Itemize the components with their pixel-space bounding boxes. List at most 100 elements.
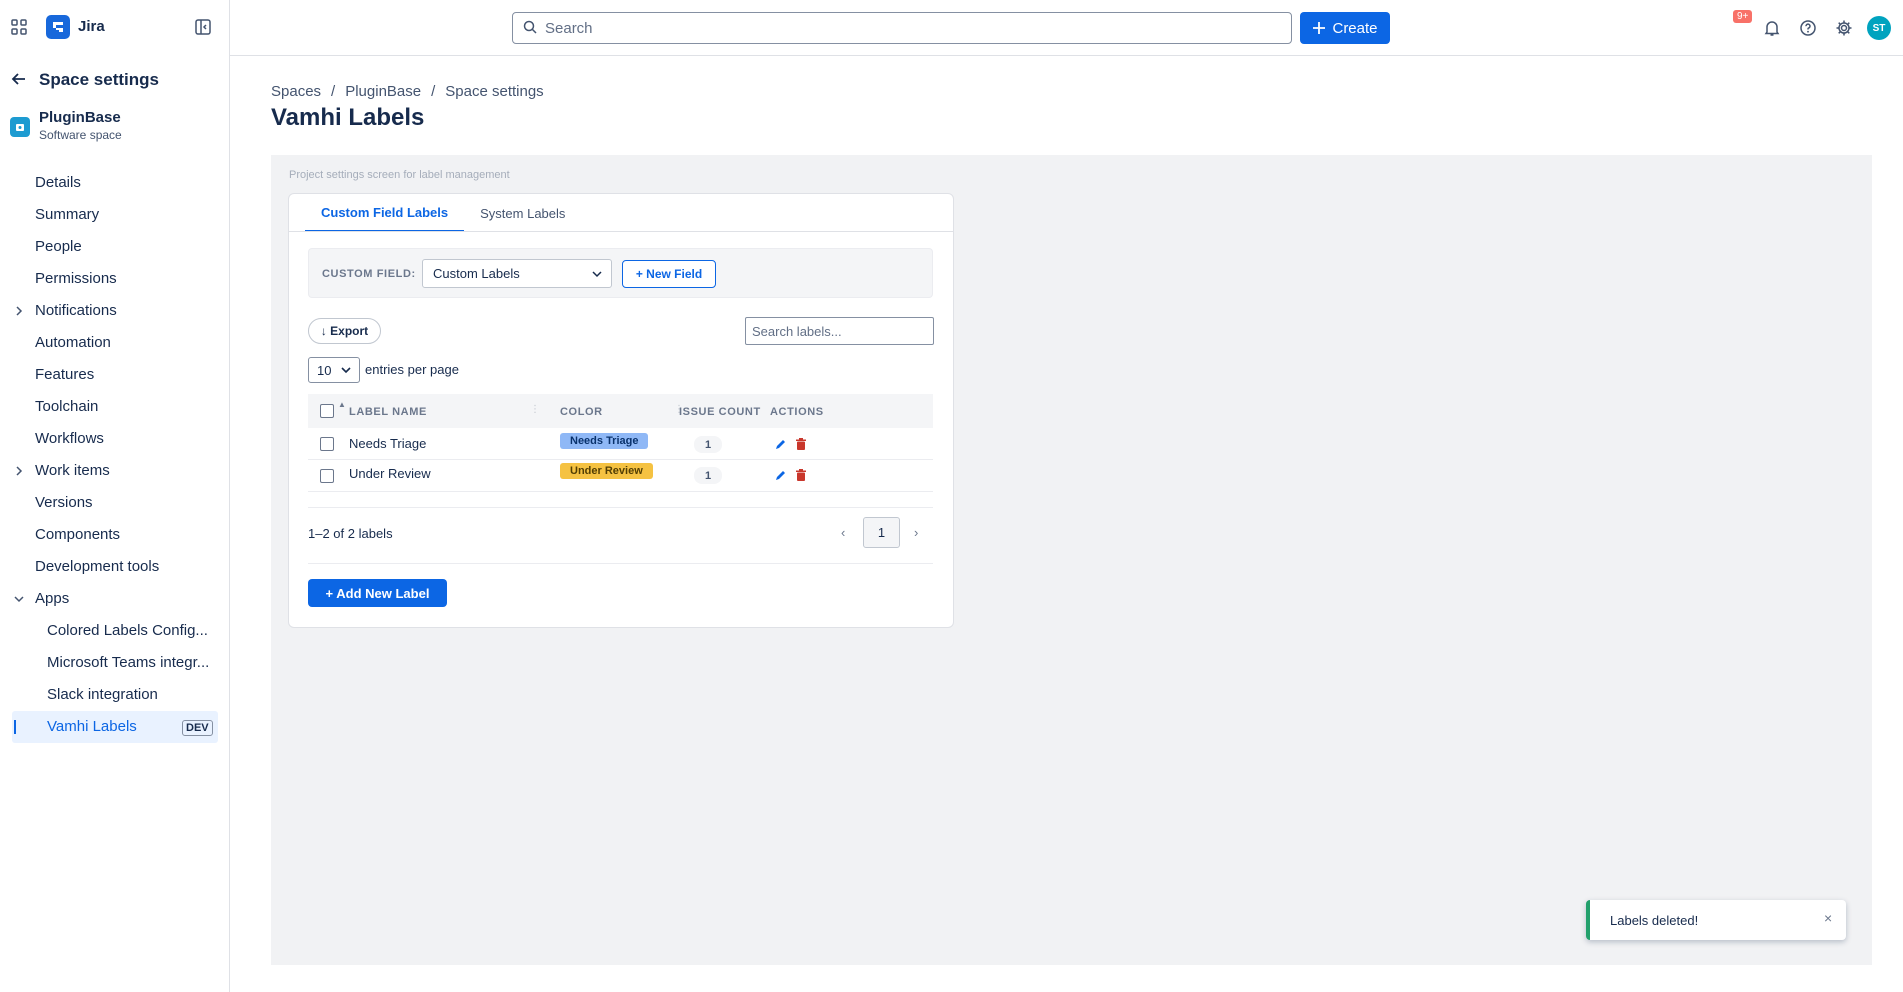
create-button[interactable]: Create bbox=[1300, 12, 1390, 44]
close-icon[interactable]: × bbox=[1824, 910, 1832, 926]
column-header-issue-count[interactable]: ISSUE COUNT bbox=[679, 406, 761, 418]
notification-count-badge: 9+ bbox=[1733, 10, 1753, 23]
issue-count: 1 bbox=[694, 467, 722, 484]
delete-trash-icon[interactable] bbox=[794, 468, 808, 482]
search-labels-input[interactable] bbox=[745, 317, 934, 345]
column-header-color[interactable]: COLOR bbox=[560, 406, 603, 418]
delete-trash-icon[interactable] bbox=[794, 437, 808, 451]
jira-logo-icon[interactable] bbox=[46, 15, 70, 39]
sidebar-item-summary[interactable]: Summary bbox=[35, 206, 99, 223]
app-hint-text: Project settings screen for label manage… bbox=[289, 169, 510, 181]
select-all-checkbox[interactable] bbox=[320, 404, 334, 418]
color-chip: Needs Triage bbox=[560, 433, 649, 449]
edit-pencil-icon[interactable] bbox=[774, 468, 788, 482]
collapse-sidebar-icon[interactable] bbox=[194, 18, 212, 39]
sort-icon[interactable]: ▲ bbox=[338, 400, 346, 409]
row-checkbox[interactable] bbox=[320, 469, 334, 483]
sidebar-item-work-items[interactable]: Work items bbox=[35, 462, 110, 479]
sidebar-item-people[interactable]: People bbox=[35, 238, 82, 255]
sidebar-app-colored-labels[interactable]: Colored Labels Config... bbox=[47, 622, 208, 639]
footer-divider bbox=[308, 563, 933, 564]
add-new-label-button[interactable]: + Add New Label bbox=[308, 579, 447, 607]
sidebar-item-permissions[interactable]: Permissions bbox=[35, 270, 117, 287]
sidebar-item-features[interactable]: Features bbox=[35, 366, 94, 383]
search-input[interactable] bbox=[545, 19, 1245, 37]
tab-system-labels[interactable]: System Labels bbox=[464, 194, 581, 232]
sidebar-app-slack[interactable]: Slack integration bbox=[47, 686, 158, 703]
space-avatar-icon bbox=[10, 117, 30, 137]
sidebar-item-components[interactable]: Components bbox=[35, 526, 120, 543]
chevron-right-icon[interactable] bbox=[12, 304, 26, 321]
pagination-page-1[interactable]: 1 bbox=[863, 517, 900, 548]
help-icon[interactable] bbox=[1796, 16, 1820, 40]
settings-gear-icon[interactable] bbox=[1832, 16, 1856, 40]
create-button-label: Create bbox=[1332, 19, 1378, 37]
labels-card: Custom Field Labels System Labels CUSTOM… bbox=[288, 193, 954, 628]
custom-field-value: Custom Labels bbox=[433, 266, 520, 281]
breadcrumb: Spaces / PluginBase / Space settings bbox=[271, 83, 544, 100]
issue-count: 1 bbox=[694, 436, 722, 453]
sidebar-item-toolchain[interactable]: Toolchain bbox=[35, 398, 98, 415]
sidebar-item-automation[interactable]: Automation bbox=[35, 334, 111, 351]
sidebar-item-notifications[interactable]: Notifications bbox=[35, 302, 117, 319]
chevron-down-icon[interactable] bbox=[12, 592, 26, 609]
entries-per-page-select[interactable]: 10 bbox=[308, 357, 360, 383]
dev-badge: DEV bbox=[182, 720, 213, 736]
back-arrow-icon[interactable] bbox=[10, 70, 28, 91]
pagination-next-icon[interactable]: › bbox=[914, 525, 918, 540]
sidebar-app-microsoft-teams[interactable]: Microsoft Teams integr... bbox=[47, 654, 209, 671]
app-switcher-icon[interactable] bbox=[10, 18, 28, 39]
custom-field-label: CUSTOM FIELD: bbox=[322, 268, 416, 280]
table-row: Under Review Under Review 1 bbox=[308, 460, 933, 492]
toast-message: Labels deleted! bbox=[1610, 913, 1699, 928]
entries-per-page-value: 10 bbox=[317, 362, 332, 378]
breadcrumb-separator: / bbox=[331, 83, 336, 100]
edit-pencil-icon[interactable] bbox=[774, 437, 788, 451]
table-footer-divider bbox=[308, 507, 933, 508]
column-resize-icon[interactable]: ⋮ bbox=[530, 404, 540, 415]
sidebar-item-apps[interactable]: Apps bbox=[35, 590, 69, 607]
chevron-down-icon bbox=[592, 270, 602, 277]
user-avatar[interactable]: ST bbox=[1867, 16, 1891, 40]
column-header-label-name[interactable]: LABEL NAME bbox=[349, 406, 427, 418]
breadcrumb-space-settings[interactable]: Space settings bbox=[445, 83, 543, 100]
chevron-down-icon bbox=[341, 367, 352, 374]
export-button[interactable]: ↓ Export bbox=[308, 318, 381, 344]
global-search[interactable] bbox=[512, 12, 1292, 44]
search-icon bbox=[523, 20, 537, 37]
notifications-bell-icon[interactable] bbox=[1760, 16, 1784, 40]
label-name: Under Review bbox=[349, 466, 431, 481]
plus-icon bbox=[1313, 22, 1326, 34]
sidebar-item-workflows[interactable]: Workflows bbox=[35, 430, 104, 447]
toast-notification: Labels deleted! × bbox=[1586, 900, 1846, 940]
app-name[interactable]: Jira bbox=[78, 18, 105, 35]
space-type: Software space bbox=[39, 128, 122, 142]
column-header-actions: ACTIONS bbox=[770, 406, 824, 418]
topbar: Create bbox=[230, 0, 1903, 56]
sidebar-item-details[interactable]: Details bbox=[35, 174, 81, 191]
page-title: Vamhi Labels bbox=[271, 104, 425, 131]
table-row: Needs Triage Needs Triage 1 bbox=[308, 428, 933, 460]
sidebar-item-versions[interactable]: Versions bbox=[35, 494, 93, 511]
table-header: ▲ LABEL NAME ⋮ COLOR ⋮ ISSUE COUNT ACTIO… bbox=[308, 394, 933, 428]
custom-field-select[interactable]: Custom Labels bbox=[422, 259, 612, 288]
custom-field-panel: CUSTOM FIELD: Custom Labels + New Field bbox=[308, 248, 933, 298]
active-indicator bbox=[14, 720, 16, 734]
label-name: Needs Triage bbox=[349, 436, 427, 451]
sidebar-app-vamhi-labels[interactable]: Vamhi Labels bbox=[47, 718, 137, 735]
breadcrumb-pluginbase[interactable]: PluginBase bbox=[345, 83, 421, 100]
chevron-right-icon[interactable] bbox=[12, 464, 26, 481]
pagination-range: 1–2 of 2 labels bbox=[308, 526, 393, 541]
sidebar-item-development-tools[interactable]: Development tools bbox=[35, 558, 159, 575]
pagination-prev-icon[interactable]: ‹ bbox=[841, 525, 845, 540]
row-checkbox[interactable] bbox=[320, 437, 334, 451]
breadcrumb-spaces[interactable]: Spaces bbox=[271, 83, 321, 100]
entries-per-page-text: entries per page bbox=[365, 362, 459, 377]
new-field-button[interactable]: + New Field bbox=[622, 260, 716, 288]
sidebar: Jira Space settings PluginBase Software … bbox=[0, 0, 230, 992]
tab-custom-field-labels[interactable]: Custom Field Labels bbox=[305, 194, 465, 232]
breadcrumb-separator: / bbox=[431, 83, 436, 100]
space-name[interactable]: PluginBase bbox=[39, 109, 121, 126]
sidebar-title: Space settings bbox=[39, 70, 159, 89]
tab-bar: Custom Field Labels System Labels bbox=[305, 194, 581, 232]
